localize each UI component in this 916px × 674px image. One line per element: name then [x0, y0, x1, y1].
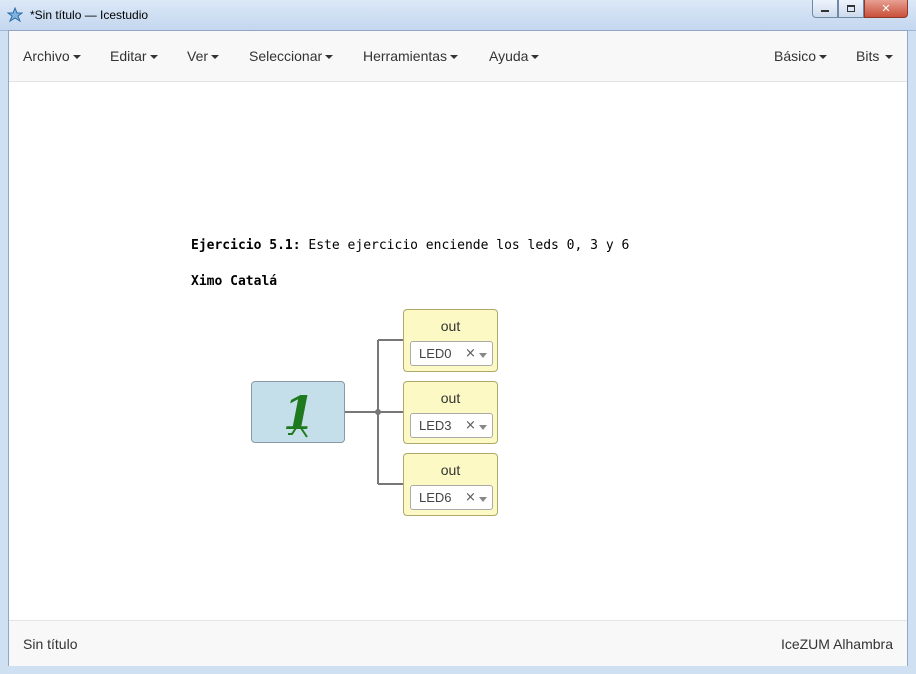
- output-label: out: [440, 318, 461, 334]
- menu-label: Básico: [774, 48, 817, 64]
- output-label: out: [440, 390, 461, 406]
- caret-down-icon: [211, 55, 220, 60]
- caret-down-icon: [450, 55, 459, 60]
- output-block-led0[interactable]: out LED0 ×: [403, 309, 498, 372]
- clear-icon[interactable]: ×: [465, 346, 476, 361]
- chevron-down-icon[interactable]: [479, 353, 487, 358]
- constant-block[interactable]: 1: [251, 381, 345, 443]
- icestudio-icon: [7, 7, 23, 23]
- project-name: Sin título: [23, 636, 78, 652]
- menu-label: Archivo: [23, 48, 70, 64]
- output-block-led3[interactable]: out LED3 ×: [403, 381, 498, 444]
- board-name[interactable]: IceZUM Alhambra: [781, 636, 893, 652]
- menu-bits[interactable]: Bits: [856, 48, 894, 64]
- chevron-down-icon[interactable]: [479, 425, 487, 430]
- chevron-down-icon[interactable]: [479, 497, 487, 502]
- menu-ayuda[interactable]: Ayuda: [489, 48, 540, 64]
- caret-down-icon: [819, 55, 828, 60]
- svg-text:1: 1: [283, 386, 315, 440]
- menu-label: Bits: [856, 48, 880, 64]
- menu-label: Editar: [110, 48, 147, 64]
- pin-value: LED6: [419, 490, 452, 505]
- close-icon: ✕: [881, 2, 891, 15]
- pin-select-led3[interactable]: LED3 ×: [410, 413, 493, 438]
- pin-value: LED0: [419, 346, 452, 361]
- menu-label: Ayuda: [489, 48, 529, 64]
- output-block-led6[interactable]: out LED6 ×: [403, 453, 498, 516]
- caret-down-icon: [149, 55, 158, 60]
- menu-label: Herramientas: [363, 48, 448, 64]
- menu-bar: Archivo Editar Ver Seleccionar Herramien…: [9, 31, 907, 82]
- clear-icon[interactable]: ×: [465, 418, 476, 433]
- output-label: out: [440, 462, 461, 478]
- minimize-icon: [821, 10, 829, 12]
- status-bar: Sin título IceZUM Alhambra: [9, 620, 907, 666]
- menu-ver[interactable]: Ver: [187, 48, 220, 64]
- wire-junction: [375, 409, 381, 415]
- close-button[interactable]: ✕: [864, 0, 908, 18]
- caret-down-icon: [531, 55, 540, 60]
- menu-basico[interactable]: Básico: [774, 48, 828, 64]
- pin-value: LED3: [419, 418, 452, 433]
- menu-label: Ver: [187, 48, 209, 64]
- pin-select-led6[interactable]: LED6 ×: [410, 485, 493, 510]
- minimize-button[interactable]: [812, 0, 838, 18]
- pin-select-led0[interactable]: LED0 ×: [410, 341, 493, 366]
- caret-down-icon: [325, 55, 334, 60]
- menu-herramientas[interactable]: Herramientas: [363, 48, 459, 64]
- clear-icon[interactable]: ×: [465, 490, 476, 505]
- menu-editar[interactable]: Editar: [110, 48, 158, 64]
- menu-archivo[interactable]: Archivo: [23, 48, 81, 64]
- caret-down-icon: [72, 55, 81, 60]
- constant-one-icon: 1: [283, 386, 315, 440]
- window-title: *Sin título — Icestudio: [30, 8, 149, 22]
- design-canvas[interactable]: Ejercicio 5.1: Este ejercicio enciende l…: [9, 82, 907, 620]
- window-titlebar: *Sin título — Icestudio ✕: [0, 0, 916, 31]
- menu-label: Seleccionar: [249, 48, 323, 64]
- maximize-icon: [847, 5, 855, 12]
- maximize-button[interactable]: [838, 0, 864, 18]
- app-window: Archivo Editar Ver Seleccionar Herramien…: [8, 30, 908, 666]
- caret-down-icon: [885, 55, 894, 60]
- menu-seleccionar[interactable]: Seleccionar: [249, 48, 334, 64]
